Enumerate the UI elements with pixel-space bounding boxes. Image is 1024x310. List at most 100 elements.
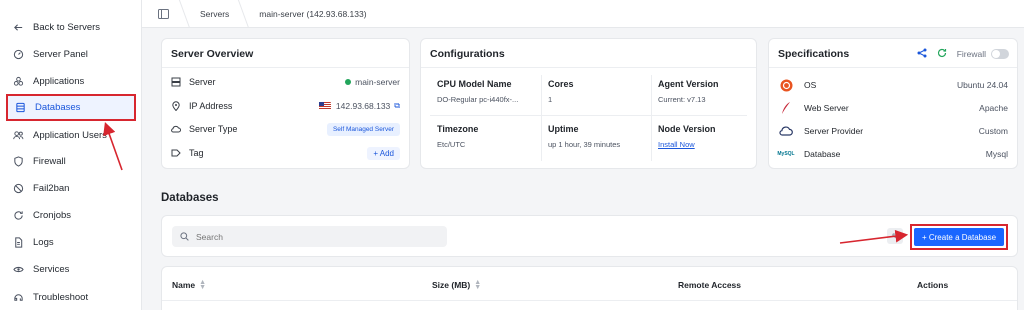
server-name-value: main-server	[355, 77, 400, 87]
config-value: Etc/UTC	[437, 140, 466, 149]
toolbar-card: ✎ + Create a Database	[161, 215, 1018, 257]
create-database-button[interactable]: + Create a Database	[914, 228, 1004, 246]
sidebar-item-firewall[interactable]: Firewall	[6, 149, 136, 173]
ubuntu-logo-icon	[778, 78, 794, 92]
sidebar-item-label: Services	[33, 263, 70, 275]
services-icon	[12, 263, 24, 275]
cron-icon	[12, 209, 24, 221]
file-icon	[12, 236, 24, 248]
sidebar: Back to Servers Server Panel Application…	[0, 0, 142, 310]
config-label: Agent Version	[658, 79, 719, 89]
install-node-link[interactable]: Install Now	[658, 140, 695, 149]
sidebar-item-label: Logs	[33, 236, 54, 248]
column-header-size[interactable]: Size (MB) ▲ ▼	[432, 279, 481, 291]
sidebar-item-label: Application Users	[33, 129, 107, 141]
divider	[162, 300, 1017, 301]
location-pin-icon	[171, 101, 183, 111]
overview-row-tag: Tag + Add	[171, 145, 400, 161]
config-node: Node Version Install Now	[658, 124, 716, 149]
sidebar-item-label: Server Panel	[33, 48, 88, 60]
spec-label: Web Server	[804, 103, 849, 113]
spec-value: Apache	[979, 103, 1008, 113]
overview-row-ip: IP Address 142.93.68.133 ⧉	[171, 98, 400, 114]
overview-row-type: Server Type Self Managed Server	[171, 121, 400, 137]
server-icon	[171, 77, 183, 87]
edit-icon[interactable]: ✎	[887, 228, 903, 244]
card-title: Specifications	[778, 48, 850, 60]
config-agent: Agent Version Current: v7.13	[658, 79, 719, 104]
sidebar-item-cronjobs[interactable]: Cronjobs	[6, 203, 136, 227]
online-status-dot	[345, 79, 352, 85]
breadcrumb-servers[interactable]: Servers	[184, 0, 243, 28]
spec-value: Custom	[978, 126, 1008, 136]
server-overview-card: Server Overview Server main-server IP Ad…	[161, 38, 410, 169]
divider	[162, 67, 409, 68]
apache-feather-icon	[778, 101, 794, 115]
card-title: Configurations	[430, 48, 505, 60]
specs-tools: Firewall	[917, 48, 1009, 60]
sidebar-item-label: Back to Servers	[33, 21, 101, 33]
sidebar-item-label: Fail2ban	[33, 182, 70, 194]
gauge-icon	[12, 48, 24, 60]
server-type-badge: Self Managed Server	[326, 122, 400, 136]
config-label: CPU Model Name	[437, 79, 512, 89]
config-label: Node Version	[658, 124, 716, 134]
sort-icon[interactable]: ▲ ▼	[474, 279, 481, 291]
ban-icon	[12, 182, 24, 194]
overview-row-server: Server main-server	[171, 74, 400, 90]
add-tag-button[interactable]: + Add	[367, 146, 400, 160]
sidebar-item-databases[interactable]: Databases	[6, 94, 136, 121]
sidebar-toggle-icon[interactable]	[142, 8, 184, 19]
sidebar-item-fail2ban[interactable]: Fail2ban	[6, 176, 136, 200]
copy-icon[interactable]: ⧉	[394, 101, 400, 111]
sidebar-item-applications[interactable]: Applications	[6, 69, 136, 93]
cloud-icon	[171, 124, 183, 134]
firewall-toggle-label: Firewall	[956, 49, 986, 59]
sort-icon[interactable]: ▲ ▼	[199, 279, 206, 291]
mysql-logo-icon: MySQL	[777, 151, 795, 157]
column-header-actions: Actions	[917, 280, 949, 290]
breadcrumb-current-server: main-server (142.93.68.133)	[243, 0, 380, 28]
arrow-left-icon	[12, 21, 24, 33]
config-label: Timezone	[437, 124, 479, 134]
spec-row-provider: Server Provider Custom	[778, 123, 1008, 139]
tag-icon	[171, 148, 183, 158]
spec-value: Ubuntu 24.04	[956, 80, 1008, 90]
sidebar-item-logs[interactable]: Logs	[6, 230, 136, 254]
users-icon	[12, 129, 24, 141]
sidebar-item-label: Cronjobs	[33, 209, 72, 221]
search-input[interactable]	[196, 231, 436, 242]
sidebar-item-label: Applications	[33, 75, 85, 87]
config-timezone: Timezone Etc/UTC	[437, 124, 478, 149]
config-cores: Cores 1	[548, 79, 574, 104]
sidebar-item-services[interactable]: Services	[6, 257, 136, 281]
configurations-card: Configurations CPU Model Name DO-Regular…	[420, 38, 757, 169]
database-icon	[14, 102, 26, 114]
config-label: Uptime	[548, 124, 579, 134]
sidebar-item-label: Firewall	[33, 155, 66, 167]
spec-label: Database	[804, 149, 841, 159]
sidebar-item-application-users[interactable]: Application Users	[6, 123, 136, 147]
refresh-icon[interactable]	[937, 48, 947, 60]
search-field[interactable]	[172, 226, 447, 247]
config-value: 1	[548, 95, 553, 104]
divider	[769, 67, 1017, 68]
spec-label: OS	[804, 80, 817, 90]
row-label: Tag	[189, 148, 204, 158]
divider	[421, 67, 756, 68]
divider	[541, 75, 542, 161]
sidebar-item-back-to-servers[interactable]: Back to Servers	[6, 15, 136, 39]
row-label: Server	[189, 77, 216, 87]
sidebar-item-troubleshoot[interactable]: Troubleshoot	[6, 285, 136, 309]
specifications-card: Specifications Firewall OS Ubuntu 24.04 …	[768, 38, 1018, 169]
create-highlight-box: + Create a Database	[910, 224, 1008, 250]
share-icon[interactable]	[917, 48, 927, 60]
section-title: Databases	[161, 192, 219, 204]
column-header-name[interactable]: Name ▲ ▼	[172, 279, 206, 291]
sidebar-item-server-panel[interactable]: Server Panel	[6, 42, 136, 66]
config-value: DO-Regular pc-i440fx-...	[437, 95, 519, 104]
config-label: Cores	[548, 79, 574, 89]
sidebar-item-label: Troubleshoot	[33, 291, 89, 303]
firewall-toggle[interactable]	[991, 49, 1009, 59]
config-uptime: Uptime up 1 hour, 39 minutes	[548, 124, 620, 149]
